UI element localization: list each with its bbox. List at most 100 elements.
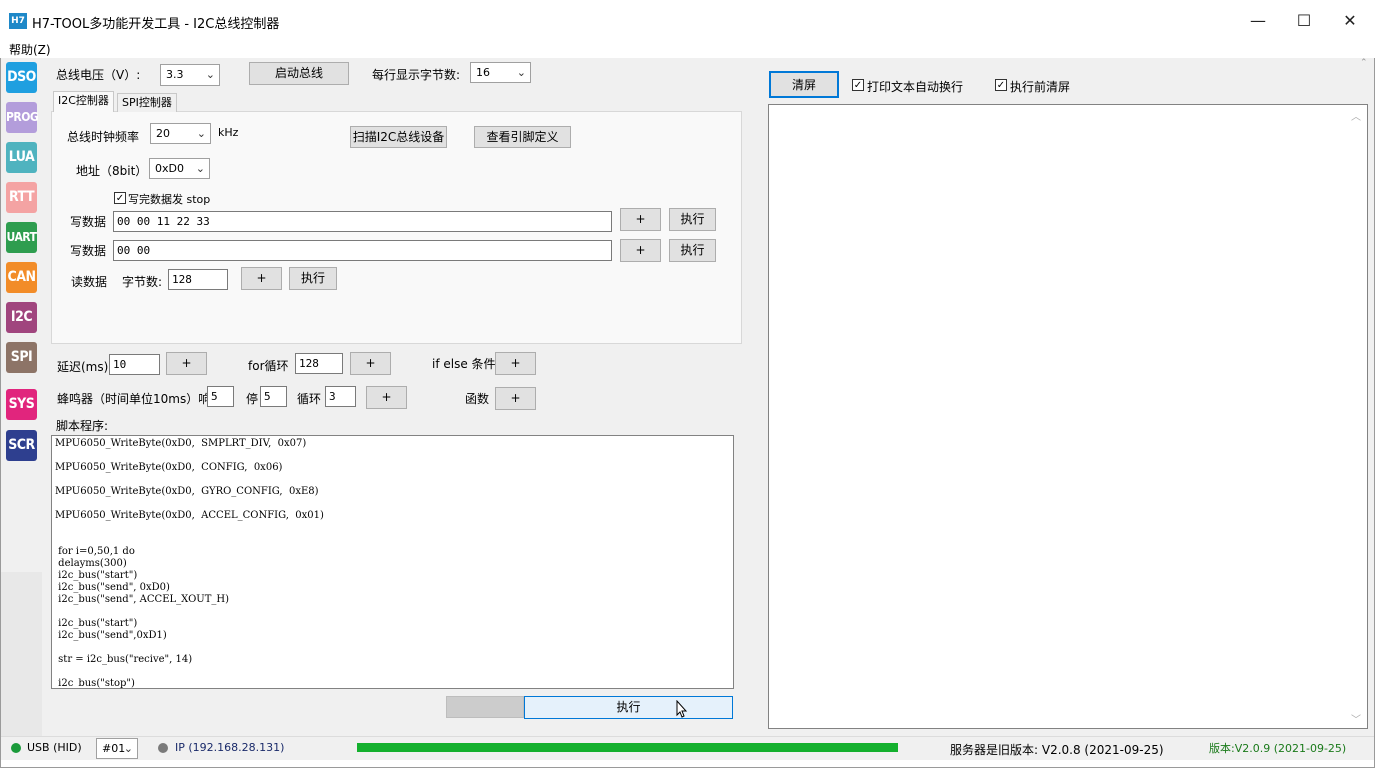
beep-on-input[interactable]: 5 (207, 386, 234, 407)
ip-status-icon (158, 743, 168, 753)
script-line (55, 534, 730, 546)
sidebar-spi-button[interactable]: SPI (6, 342, 37, 373)
script-line: i2c_bus("stop") (55, 678, 135, 689)
delay-add-button[interactable]: + (166, 352, 207, 375)
loop-input[interactable]: 3 (325, 386, 356, 407)
byte-count-label: 字节数: (122, 275, 163, 289)
scroll-up-icon[interactable]: ︿ (1351, 108, 1361, 123)
script-line: MPU6050_WriteByte(0xD0, ACCEL_CONFIG, 0x… (55, 510, 324, 521)
minimize-button[interactable]: — (1235, 6, 1281, 36)
script-line: str = i2c_bus("recive", 14) (55, 654, 193, 665)
bytes-per-line-label: 每行显示字节数: (372, 68, 461, 82)
pinout-button[interactable]: 查看引脚定义 (474, 126, 571, 148)
script-editor[interactable]: MPU6050_WriteByte(0xD0, SMPLRT_DIV, 0x07… (51, 435, 734, 689)
loop-label: 循环 (297, 392, 322, 406)
app-version: 版本:V2.0.9 (2021-09-25) (1209, 742, 1347, 755)
script-line (55, 474, 730, 486)
script-line: i2c_bus("start") (55, 618, 138, 629)
clear-screen-button[interactable]: 清屏 (769, 71, 839, 98)
beep-stop-label: 停 (246, 392, 259, 406)
script-line (55, 642, 730, 654)
script-line: MPU6050_WriteByte(0xD0, GYRO_CONFIG, 0xE… (55, 486, 319, 497)
window-title: H7-TOOL多功能开发工具 - I2C总线控制器 (32, 17, 280, 32)
func-add-button[interactable]: + (495, 387, 536, 410)
chevron-down-icon: ⌄ (123, 742, 133, 755)
clock-select[interactable]: 20 ⌄ (150, 123, 211, 144)
clear-before-checkbox[interactable]: ✓ (995, 79, 1007, 91)
wrap-checkbox[interactable]: ✓ (852, 79, 864, 91)
maximize-button[interactable]: ☐ (1281, 6, 1327, 36)
pane-scroll-up-icon[interactable]: ⌃ (1360, 58, 1368, 68)
write1-add-button[interactable]: + (620, 208, 661, 231)
script-line (55, 498, 730, 510)
stop-checkbox-label: 写完数据发 stop (128, 193, 211, 206)
script-line (55, 606, 730, 618)
tab-i2c[interactable]: I2C控制器 (53, 91, 114, 112)
chevron-down-icon: ⌄ (205, 68, 215, 81)
progress-bar (357, 743, 898, 752)
sidebar-rtt-button[interactable]: RTT (6, 182, 37, 213)
output-console[interactable] (768, 104, 1368, 729)
sidebar-can-button[interactable]: CAN (6, 262, 37, 293)
clock-label: 总线时钟频率 (67, 130, 140, 144)
for-label: for循环 (248, 359, 289, 373)
script-line: MPU6050_WriteByte(0xD0, CONFIG, 0x06) (55, 462, 283, 473)
write2-input[interactable]: 00 00 (113, 240, 612, 261)
for-input[interactable]: 128 (295, 353, 343, 374)
func-label: 函数 (465, 392, 490, 406)
sidebar-i2c-button[interactable]: I2C (6, 302, 37, 333)
write2-execute-button[interactable]: 执行 (669, 239, 716, 262)
sidebar-lower (1, 572, 42, 736)
address-label: 地址（8bit） (76, 164, 148, 178)
byte-count-input[interactable]: 128 (168, 269, 228, 290)
menu-help[interactable]: 帮助(Z) (9, 41, 51, 58)
write2-add-button[interactable]: + (620, 239, 661, 262)
sidebar-scr-button[interactable]: SCR (6, 430, 37, 461)
write1-input[interactable]: 00 00 11 22 33 (113, 211, 612, 232)
app-icon: H7 (9, 13, 27, 29)
usb-status-icon (11, 743, 21, 753)
menu-bar (0, 40, 1375, 58)
scan-i2c-button[interactable]: 扫描I2C总线设备 (350, 126, 447, 148)
sidebar-dso-button[interactable]: DSO (6, 62, 37, 93)
close-button[interactable]: ✕ (1327, 6, 1373, 36)
beep-add-button[interactable]: + (366, 386, 407, 409)
script-line: i2c_bus("send",0xD1) (55, 630, 167, 641)
script-execute-button[interactable]: 执行 (524, 696, 733, 719)
bytes-per-line-select[interactable]: 16 ⌄ (470, 62, 531, 83)
progress-bar-fill (357, 743, 898, 752)
script-line: i2c_bus("send", ACCEL_XOUT_H) (55, 594, 229, 605)
scroll-down-icon[interactable]: ﹀ (1351, 711, 1361, 726)
beep-off-input[interactable]: 5 (260, 386, 287, 407)
script-line (55, 522, 730, 534)
ifelse-add-button[interactable]: + (495, 352, 536, 375)
for-add-button[interactable]: + (350, 352, 391, 375)
read-label: 读数据 (71, 275, 108, 289)
start-bus-button[interactable]: 启动总线 (249, 62, 349, 85)
wrap-checkbox-label: 打印文本自动换行 (867, 80, 964, 94)
delay-input[interactable]: 10 (109, 354, 160, 375)
sidebar-lua-button[interactable]: LUA (6, 142, 37, 173)
server-version: 服务器是旧版本: V2.0.8 (2021-09-25) (950, 743, 1164, 757)
sidebar-sys-button[interactable]: SYS (6, 389, 37, 420)
device-select[interactable]: #01 ⌄ (96, 738, 138, 759)
read-add-button[interactable]: + (241, 267, 282, 290)
disabled-button (446, 696, 524, 718)
script-line: i2c_bus("send", 0xD0) (55, 582, 170, 593)
stop-checkbox[interactable]: ✓ (114, 192, 126, 204)
script-label: 脚本程序: (56, 419, 109, 433)
delay-label: 延迟(ms) (57, 360, 109, 374)
write2-label: 写数据 (70, 244, 107, 258)
ifelse-label: if else 条件 (432, 357, 496, 371)
script-line: i2c_bus("start") (55, 570, 138, 581)
sidebar-uart-button[interactable]: UART (6, 222, 37, 253)
write1-execute-button[interactable]: 执行 (669, 208, 716, 231)
chevron-down-icon: ⌄ (516, 66, 526, 79)
read-execute-button[interactable]: 执行 (289, 267, 337, 290)
address-select[interactable]: 0xD0 ⌄ (149, 158, 210, 179)
chevron-down-icon: ⌄ (196, 127, 206, 140)
voltage-select[interactable]: 3.3 ⌄ (160, 64, 220, 86)
sidebar-prog-button[interactable]: PROG (6, 102, 39, 133)
tab-spi[interactable]: SPI控制器 (117, 93, 177, 112)
mouse-cursor-icon (676, 699, 690, 720)
